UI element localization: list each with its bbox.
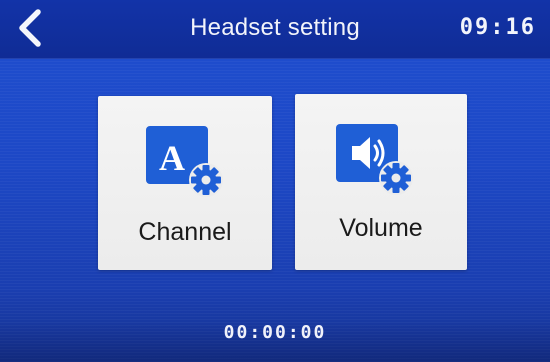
gear-icon xyxy=(379,161,413,195)
header-bar: Headset setting 09:16 xyxy=(0,0,550,59)
gear-icon xyxy=(189,163,223,197)
volume-tile[interactable]: Volume xyxy=(295,94,467,270)
volume-label: Volume xyxy=(339,214,423,242)
elapsed-timer: 00:00:00 xyxy=(223,322,327,343)
headset-setting-screen: Headset setting 09:16 A Channel Volume 0… xyxy=(0,0,550,362)
channel-settings-icon: A xyxy=(146,124,226,200)
channel-icon-letter: A xyxy=(159,138,185,178)
channel-label: Channel xyxy=(138,218,232,246)
clock-display: 09:16 xyxy=(459,15,536,40)
volume-settings-icon xyxy=(336,122,416,198)
channel-tile[interactable]: A Channel xyxy=(98,96,272,270)
